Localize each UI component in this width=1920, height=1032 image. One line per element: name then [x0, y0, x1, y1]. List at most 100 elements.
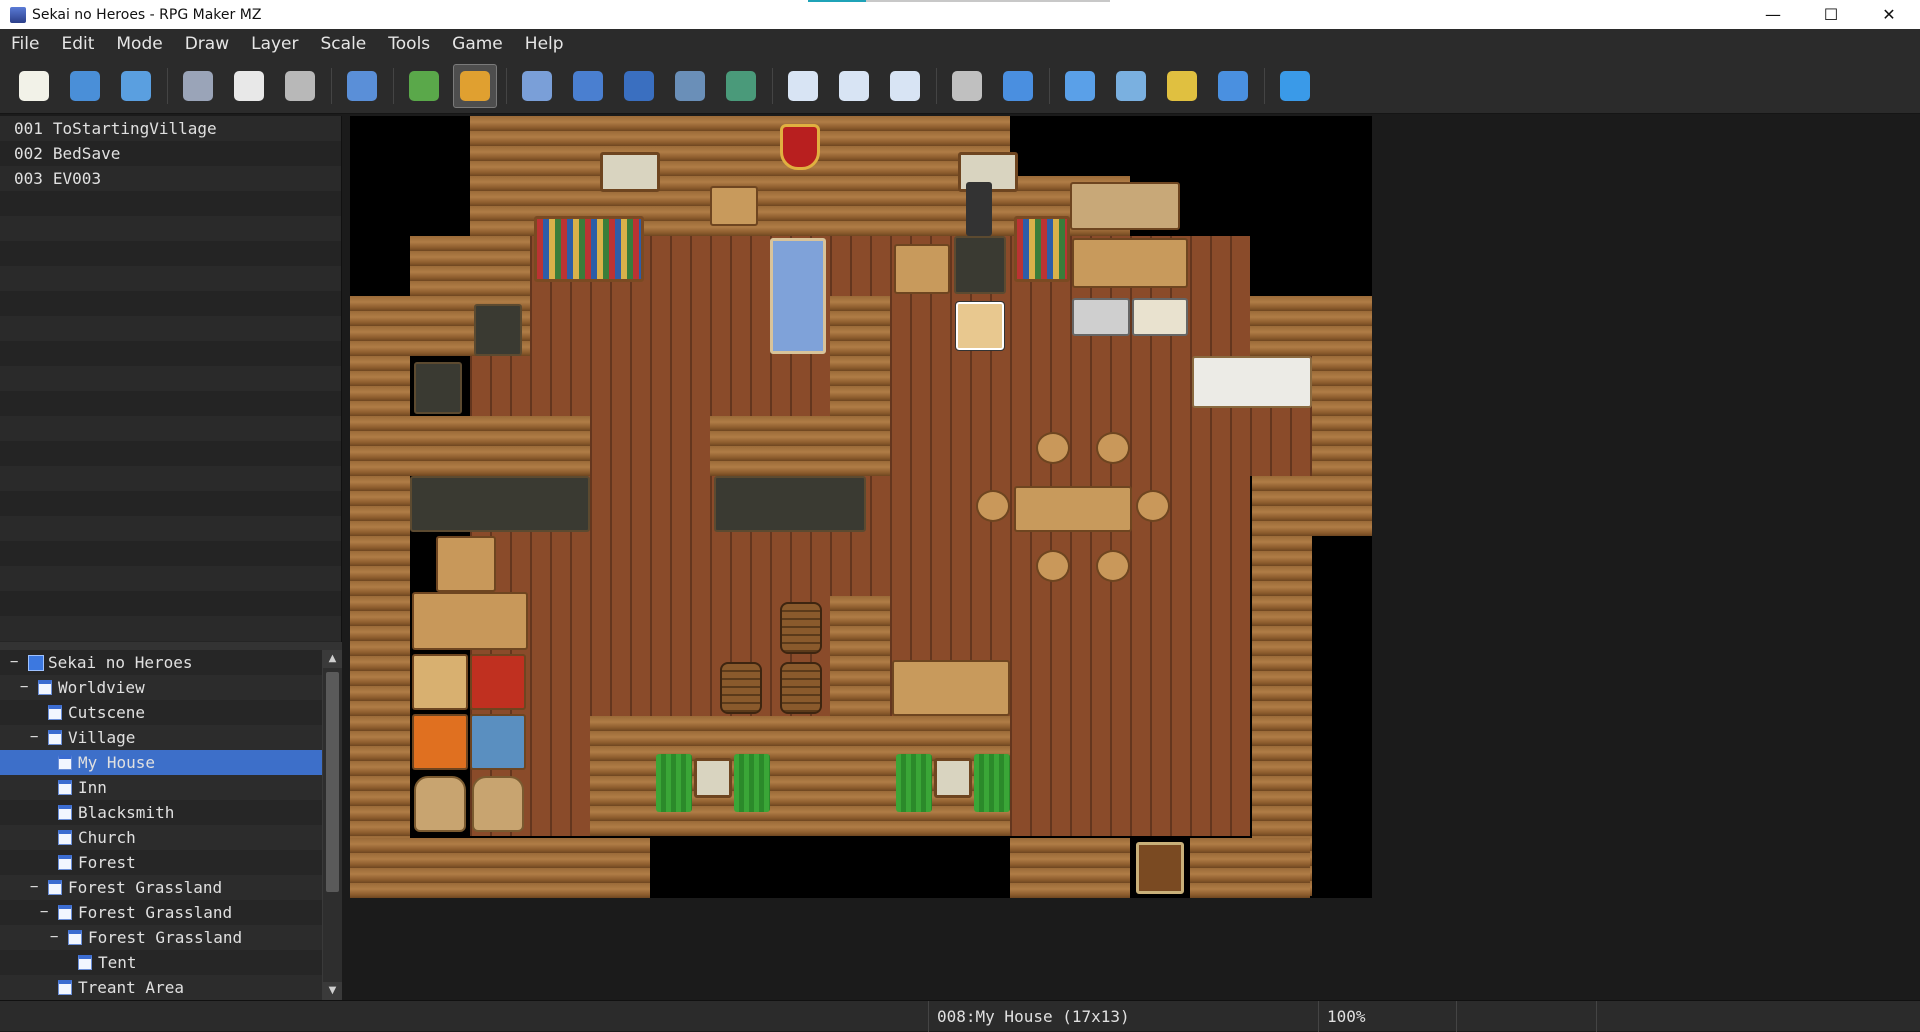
event-list-empty-row[interactable]	[0, 591, 341, 616]
collapse-toggle-icon[interactable]: −	[50, 925, 60, 950]
character-generator-button[interactable]	[1211, 64, 1255, 108]
event-list-empty-row[interactable]	[0, 341, 341, 366]
map-mode-button[interactable]	[402, 64, 446, 108]
panel-splitter[interactable]	[0, 642, 342, 650]
open-project-button[interactable]	[63, 64, 107, 108]
menu-mode[interactable]: Mode	[105, 34, 173, 54]
character-generator-icon	[1218, 70, 1248, 101]
event-list-empty-row[interactable]	[0, 266, 341, 291]
map-tree-item[interactable]: My House	[0, 750, 341, 775]
actual-size-button[interactable]	[883, 64, 927, 108]
save-project-button[interactable]	[114, 64, 158, 108]
menu-file[interactable]: File	[0, 34, 50, 54]
minimize-button[interactable]: —	[1744, 0, 1802, 29]
map-tree-item[interactable]: Forest	[0, 850, 341, 875]
map-tree-item[interactable]: Church	[0, 825, 341, 850]
window-title: Sekai no Heroes - RPG Maker MZ	[32, 6, 262, 23]
collapse-toggle-icon[interactable]: −	[20, 675, 30, 700]
event-mode-button[interactable]	[453, 63, 497, 108]
grain-sack	[472, 776, 524, 832]
map-canvas[interactable]	[350, 116, 1372, 898]
map-tree-item[interactable]: Tent	[0, 950, 341, 975]
map-canvas-area[interactable]	[350, 116, 1920, 1000]
menu-game[interactable]: Game	[441, 34, 514, 54]
event-list-empty-row[interactable]	[0, 516, 341, 541]
scroll-down-icon[interactable]: ▼	[323, 982, 342, 1000]
map-tree-item[interactable]: Cutscene	[0, 700, 341, 725]
new-project-button[interactable]	[12, 64, 56, 108]
map-tree-item[interactable]: − Sekai no Heroes	[0, 650, 341, 675]
menu-draw[interactable]: Draw	[174, 34, 240, 54]
collapse-toggle-icon[interactable]: −	[30, 875, 40, 900]
save-project-icon	[121, 70, 151, 101]
undo-icon	[347, 70, 377, 101]
menu-help[interactable]: Help	[514, 34, 575, 54]
event-list-empty-row[interactable]	[0, 416, 341, 441]
event-list-empty-row[interactable]	[0, 291, 341, 316]
event-list-empty-row[interactable]	[0, 616, 341, 641]
map-tree-item[interactable]: − Worldview	[0, 675, 341, 700]
menu-scale[interactable]: Scale	[310, 34, 378, 54]
collapse-toggle-icon[interactable]: −	[40, 900, 50, 925]
map-tree-item[interactable]: Treant Area	[0, 975, 341, 1000]
event-list-empty-row[interactable]	[0, 566, 341, 591]
player-character-event[interactable]	[955, 301, 1005, 351]
event-list-empty-row[interactable]	[0, 191, 341, 216]
event-list-empty-row[interactable]	[0, 441, 341, 466]
zoom-out-button[interactable]	[832, 64, 876, 108]
undo-button[interactable]	[340, 64, 384, 108]
scrollbar-thumb[interactable]	[326, 672, 339, 892]
event-list-item[interactable]: 002 BedSave	[0, 141, 341, 166]
event-list-empty-row[interactable]	[0, 216, 341, 241]
drawer-cabinet	[892, 660, 1010, 716]
event-list-empty-row[interactable]	[0, 316, 341, 341]
collapse-toggle-icon[interactable]: −	[30, 725, 40, 750]
menu-layer[interactable]: Layer	[240, 34, 309, 54]
database-button[interactable]	[945, 64, 989, 108]
rectangle-icon	[573, 70, 603, 101]
shadow-pen-button[interactable]	[719, 64, 763, 108]
event-list-empty-row[interactable]	[0, 241, 341, 266]
event-list-item[interactable]: 003 EV003	[0, 166, 341, 191]
scroll-up-icon[interactable]: ▲	[323, 650, 342, 668]
stool	[1036, 432, 1070, 464]
map-tree-item[interactable]: − Forest Grassland	[0, 900, 341, 925]
event-list-empty-row[interactable]	[0, 541, 341, 566]
sound-test-button[interactable]	[1058, 64, 1102, 108]
cut-button[interactable]	[176, 64, 220, 108]
map-tree-label: Worldview	[58, 678, 145, 697]
map-tree-scrollbar[interactable]: ▲ ▼	[322, 650, 342, 1000]
event-searcher-button[interactable]	[1109, 64, 1153, 108]
dresser-lower	[414, 362, 462, 414]
zoom-in-button[interactable]	[781, 64, 825, 108]
event-list-empty-row[interactable]	[0, 466, 341, 491]
fill-button[interactable]	[668, 64, 712, 108]
sound-test-icon	[1065, 70, 1095, 101]
ellipse-button[interactable]	[617, 64, 661, 108]
door[interactable]	[1136, 842, 1184, 894]
plugin-manager-button[interactable]	[996, 64, 1040, 108]
event-list-empty-row[interactable]	[0, 491, 341, 516]
map-tree-item[interactable]: − Forest Grassland	[0, 875, 341, 900]
map-icon	[68, 930, 82, 945]
map-tree-label: Forest Grassland	[78, 903, 233, 922]
collapse-toggle-icon[interactable]: −	[10, 650, 20, 675]
event-list-empty-row[interactable]	[0, 391, 341, 416]
map-tree-item[interactable]: − Forest Grassland	[0, 925, 341, 950]
rectangle-button[interactable]	[566, 64, 610, 108]
event-list-empty-row[interactable]	[0, 366, 341, 391]
menu-edit[interactable]: Edit	[50, 34, 105, 54]
paste-button[interactable]	[278, 64, 322, 108]
pencil-button[interactable]	[515, 64, 559, 108]
map-icon	[58, 830, 72, 845]
maximize-button[interactable]: ☐	[1802, 0, 1860, 29]
map-tree-item[interactable]: − Village	[0, 725, 341, 750]
copy-button[interactable]	[227, 64, 271, 108]
map-tree-item[interactable]: Inn	[0, 775, 341, 800]
close-button[interactable]: ✕	[1860, 0, 1918, 29]
map-tree-item[interactable]: Blacksmith	[0, 800, 341, 825]
playtest-button[interactable]	[1273, 64, 1317, 108]
event-list-item[interactable]: 001 ToStartingVillage	[0, 116, 341, 141]
resource-manager-button[interactable]	[1160, 64, 1204, 108]
menu-tools[interactable]: Tools	[377, 34, 441, 54]
